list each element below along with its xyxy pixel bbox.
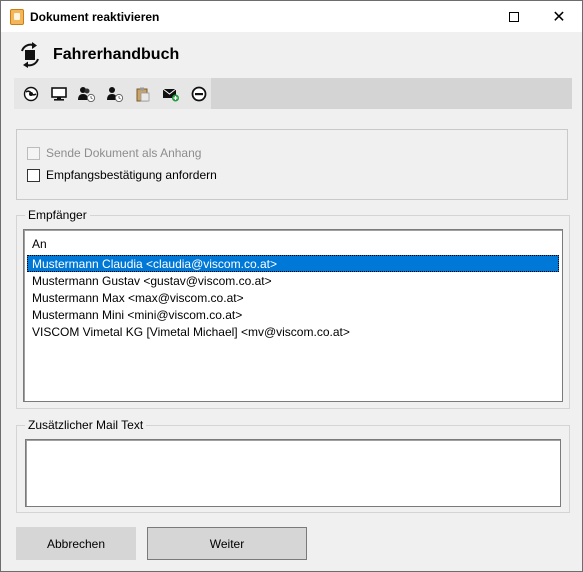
title-bar: Dokument reaktivieren ✕ [1, 1, 582, 32]
close-icon: ✕ [552, 8, 566, 26]
sync-arrows-icon [21, 42, 39, 68]
remove-button[interactable] [188, 83, 210, 105]
recipient-row[interactable]: Mustermann Mini <mini@viscom.co.at> [27, 306, 559, 323]
recipient-row[interactable]: Mustermann Claudia <claudia@viscom.co.at… [27, 255, 559, 272]
dialog-window: Dokument reaktivieren ✕ Fahrerhandbuch S… [0, 0, 583, 572]
cancel-button[interactable]: Abbrechen [16, 527, 136, 560]
toolbar-buttons [14, 78, 211, 109]
recipient-rows: Mustermann Claudia <claudia@viscom.co.at… [27, 255, 559, 340]
maximize-button[interactable] [491, 1, 537, 32]
monitor-button[interactable] [48, 83, 70, 105]
close-button[interactable]: ✕ [536, 1, 582, 32]
globe-icon [23, 86, 39, 101]
users-clock-icon [78, 86, 96, 102]
mail-add-button[interactable] [160, 83, 182, 105]
recipient-row[interactable]: VISCOM Vimetal KG [Vimetal Michael] <mv@… [27, 323, 559, 340]
read-receipt-option: Empfangsbestätigung anfordern [27, 168, 217, 182]
globe-button[interactable] [20, 83, 42, 105]
clipboard-button[interactable] [132, 83, 154, 105]
recipient-row[interactable]: Mustermann Gustav <gustav@viscom.co.at> [27, 272, 559, 289]
document-title: Fahrerhandbuch [53, 46, 180, 63]
attachment-option: Sende Dokument als Anhang [27, 146, 201, 160]
toolbar [14, 78, 572, 109]
users-clock-button[interactable] [76, 83, 98, 105]
monitor-icon [51, 86, 67, 101]
mail-add-icon [162, 88, 179, 101]
remove-icon [191, 86, 207, 101]
clipboard-icon [136, 87, 150, 101]
user-clock-icon [107, 86, 124, 102]
mail-text-input[interactable] [25, 439, 561, 507]
maximize-icon [509, 11, 519, 22]
recipients-legend: Empfänger [25, 208, 90, 222]
attachment-checkbox[interactable] [27, 146, 40, 160]
next-button[interactable]: Weiter [147, 527, 307, 560]
recipient-row[interactable]: Mustermann Max <max@viscom.co.at> [27, 289, 559, 306]
read-receipt-checkbox[interactable] [27, 168, 40, 182]
attachment-label: Sende Dokument als Anhang [46, 146, 202, 160]
recipients-list[interactable]: An Mustermann Claudia <claudia@viscom.co… [23, 229, 563, 402]
window-title: Dokument reaktivieren [30, 10, 160, 24]
user-clock-button[interactable] [104, 83, 126, 105]
options-panel: Sende Dokument als Anhang Empfangsbestät… [16, 129, 568, 200]
mail-text-legend: Zusätzlicher Mail Text [25, 418, 147, 432]
app-icon [10, 9, 24, 25]
read-receipt-label: Empfangsbestätigung anfordern [46, 168, 217, 182]
mail-text-group: Zusätzlicher Mail Text [16, 418, 570, 513]
column-header-to[interactable]: An [32, 237, 47, 251]
recipients-group: Empfänger An Mustermann Claudia <claudia… [16, 208, 570, 409]
